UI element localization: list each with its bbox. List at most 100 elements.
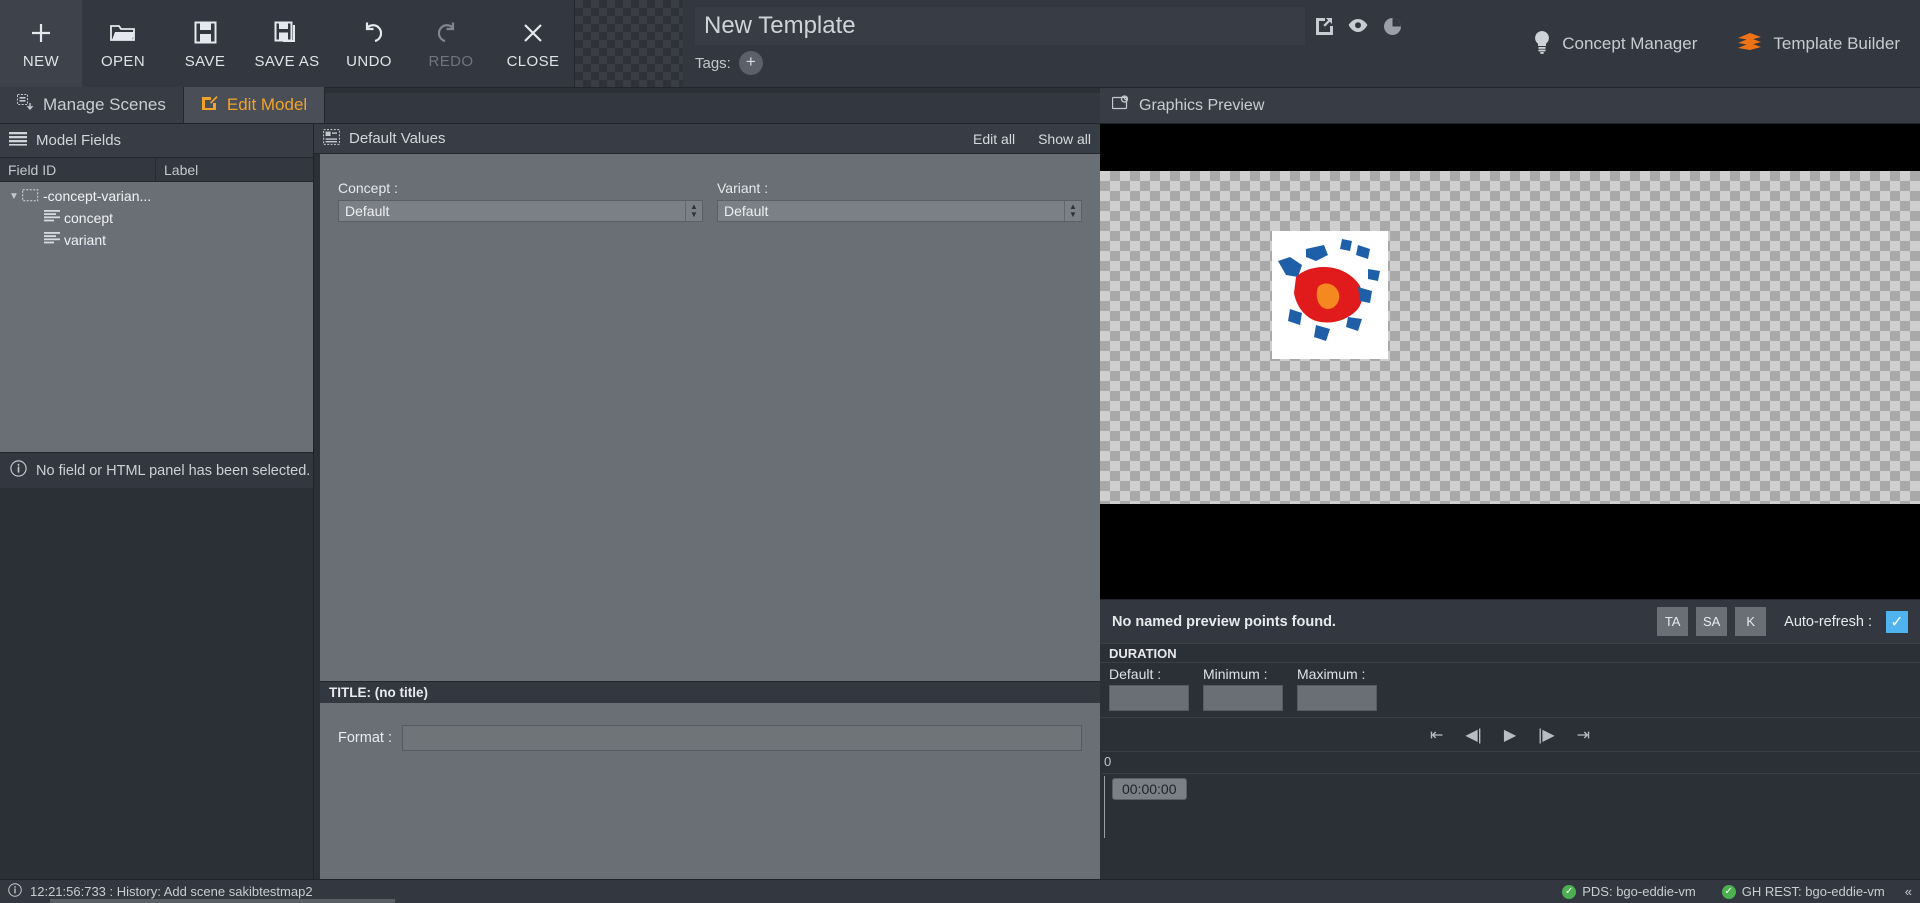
open-button[interactable]: OPEN bbox=[82, 0, 164, 88]
model-fields-tree: ▼ -concept-varian... concept variant bbox=[0, 182, 313, 452]
variant-select[interactable]: Default ▲ ▼ bbox=[717, 200, 1082, 222]
auto-refresh-label: Auto-refresh : bbox=[1784, 613, 1872, 630]
play-button[interactable]: ▶ bbox=[1504, 725, 1516, 745]
duration-maximum-label: Maximum : bbox=[1297, 666, 1366, 682]
save-button-label: SAVE bbox=[184, 52, 226, 70]
close-button[interactable]: CLOSE bbox=[492, 0, 574, 88]
duration-maximum-input[interactable] bbox=[1297, 685, 1377, 711]
preview-key-sa[interactable]: SA bbox=[1696, 607, 1728, 636]
collapse-chevron-icon[interactable]: « bbox=[1905, 884, 1912, 899]
eye-icon[interactable] bbox=[1343, 11, 1373, 41]
default-values-panel: Default Values Edit all Show all Concept… bbox=[314, 124, 1100, 879]
service-status-gh-rest[interactable]: ✓ GH REST: bgo-eddie-vm bbox=[1721, 884, 1885, 899]
auto-refresh-checkbox[interactable]: ✓ bbox=[1886, 610, 1908, 633]
edit-model-icon bbox=[201, 94, 218, 116]
save-as-button-label: SAVE AS bbox=[254, 52, 320, 70]
status-message: 12:21:56:733 : History: Add scene sakibt… bbox=[30, 884, 313, 899]
default-values-field-grid: Concept : Default ▲ ▼ Variant : Default ▲… bbox=[338, 180, 1082, 222]
show-all-link[interactable]: Show all bbox=[1038, 131, 1091, 147]
new-button[interactable]: NEW bbox=[0, 0, 82, 88]
close-x-icon bbox=[521, 18, 545, 48]
jump-to-start-button[interactable]: ⇤ bbox=[1430, 725, 1443, 745]
service-status-pds[interactable]: ✓ PDS: bgo-eddie-vm bbox=[1562, 884, 1696, 899]
concept-field-group: Concept : Default ▲ ▼ bbox=[338, 180, 703, 222]
duration-default-group: Default : bbox=[1109, 666, 1189, 711]
spinner-arrows-icon[interactable]: ▲ ▼ bbox=[685, 201, 702, 221]
timeline[interactable]: 0 00:00:00 bbox=[1102, 751, 1920, 841]
redo-icon bbox=[438, 18, 464, 48]
save-as-button[interactable]: SAVE AS bbox=[246, 0, 328, 88]
preview-key-ta[interactable]: TA bbox=[1657, 607, 1689, 636]
left-panel-empty-area bbox=[0, 488, 313, 903]
selection-message-bar: No field or HTML panel has been selected… bbox=[0, 452, 313, 488]
timeline-playhead[interactable] bbox=[1104, 776, 1105, 838]
scenes-icon bbox=[17, 94, 34, 116]
tabbar-filler bbox=[325, 93, 1100, 123]
duration-maximum-group: Maximum : bbox=[1297, 666, 1377, 711]
template-meta: New Template Tags: + bbox=[683, 0, 1473, 87]
format-area: Format : bbox=[320, 703, 1100, 879]
tree-row[interactable]: ▼ -concept-varian... bbox=[0, 185, 313, 207]
format-label: Format : bbox=[338, 730, 392, 746]
template-title-input[interactable]: New Template bbox=[695, 7, 1305, 45]
info-icon bbox=[10, 460, 27, 481]
timeline-timecode[interactable]: 00:00:00 bbox=[1112, 778, 1187, 800]
pie-clock-icon[interactable] bbox=[1377, 11, 1407, 41]
step-backward-button[interactable]: ◀| bbox=[1465, 725, 1481, 745]
graphics-preview-label: Graphics Preview bbox=[1139, 96, 1265, 114]
preview-controls: No named preview points found. TA SA K A… bbox=[1100, 599, 1920, 643]
column-header-field-id[interactable]: Field ID bbox=[0, 157, 156, 182]
tree-row[interactable]: variant bbox=[0, 229, 313, 251]
preview-key-k[interactable]: K bbox=[1735, 607, 1767, 636]
undo-button-label: UNDO bbox=[346, 52, 392, 70]
service-status-pds-label: PDS: bgo-eddie-vm bbox=[1582, 884, 1696, 899]
model-fields-label: Model Fields bbox=[36, 132, 122, 149]
variant-select-value: Default bbox=[724, 203, 769, 219]
preview-message: No named preview points found. bbox=[1112, 613, 1336, 630]
redo-button[interactable]: REDO bbox=[410, 0, 492, 88]
tab-edit-model[interactable]: Edit Model bbox=[183, 87, 326, 123]
tree-row[interactable]: concept bbox=[0, 207, 313, 229]
default-values-body: Concept : Default ▲ ▼ Variant : Default ▲… bbox=[314, 154, 1100, 681]
horizontal-scrollbar[interactable] bbox=[50, 899, 395, 903]
template-title-row: New Template bbox=[695, 6, 1473, 46]
spinner-arrows-icon[interactable]: ▲ ▼ bbox=[1064, 201, 1081, 221]
open-button-label: OPEN bbox=[100, 52, 146, 70]
service-status-gh-rest-label: GH REST: bgo-eddie-vm bbox=[1741, 884, 1885, 899]
column-header-label[interactable]: Label bbox=[156, 162, 313, 178]
tab-manage-scenes-label: Manage Scenes bbox=[43, 95, 166, 114]
main-tabbar: Manage Scenes Edit Model bbox=[0, 87, 1100, 124]
title-bar: TITLE: (no title) bbox=[320, 681, 1100, 703]
save-button[interactable]: SAVE bbox=[164, 0, 246, 88]
template-builder-button[interactable]: Template Builder bbox=[1717, 0, 1920, 88]
duration-default-label: Default : bbox=[1109, 666, 1162, 682]
variant-field-group: Variant : Default ▲ ▼ bbox=[717, 180, 1082, 222]
edit-all-link[interactable]: Edit all bbox=[973, 131, 1015, 147]
tab-manage-scenes[interactable]: Manage Scenes bbox=[0, 87, 184, 123]
toolbar-file-actions: NEW OPEN SAVE SAVE AS UNDO REDO CLOSE bbox=[0, 0, 574, 88]
model-fields-header: Model Fields bbox=[0, 124, 313, 158]
preview-stage[interactable] bbox=[1100, 124, 1920, 599]
duration-minimum-input[interactable] bbox=[1203, 685, 1283, 711]
undo-button[interactable]: UNDO bbox=[328, 0, 410, 88]
expand-twisty-icon[interactable]: ▼ bbox=[6, 191, 22, 202]
tab-edit-model-label: Edit Model bbox=[226, 95, 308, 114]
duration-default-input[interactable] bbox=[1109, 685, 1189, 711]
map-graphic bbox=[1272, 231, 1388, 359]
timeline-ruler[interactable]: 0 bbox=[1102, 752, 1920, 774]
concept-select-value: Default bbox=[345, 203, 390, 219]
format-input[interactable] bbox=[401, 725, 1082, 751]
duration-title: DURATION bbox=[1100, 643, 1920, 663]
preview-icon bbox=[1111, 95, 1130, 116]
open-external-icon[interactable] bbox=[1309, 11, 1339, 41]
default-values-label: Default Values bbox=[349, 130, 446, 147]
step-forward-button[interactable]: |▶ bbox=[1538, 725, 1554, 745]
tree-column-headers: Field ID Label bbox=[0, 157, 313, 182]
selection-message: No field or HTML panel has been selected… bbox=[36, 462, 311, 479]
add-tag-button[interactable]: + bbox=[738, 51, 763, 75]
concept-select[interactable]: Default ▲ ▼ bbox=[338, 200, 703, 222]
concept-manager-button[interactable]: Concept Manager bbox=[1512, 0, 1717, 88]
text-lines-icon bbox=[44, 210, 60, 226]
jump-to-end-button[interactable]: ⇥ bbox=[1577, 725, 1590, 745]
plus-icon bbox=[29, 18, 53, 48]
